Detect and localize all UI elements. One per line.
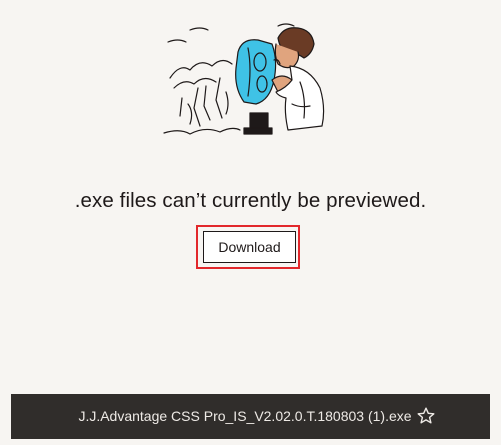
viewer-binoculars-illustration bbox=[163, 23, 325, 135]
download-button[interactable]: Download bbox=[203, 231, 296, 263]
file-name: J.J.Advantage CSS Pro_IS_V2.02.0.T.18080… bbox=[78, 408, 412, 424]
preview-unavailable-message: .exe files can’t currently be previewed. bbox=[74, 189, 427, 212]
file-preview-page: .exe files can’t currently be previewed.… bbox=[0, 0, 501, 445]
star-outline-icon[interactable] bbox=[416, 406, 436, 426]
file-info-bar: J.J.Advantage CSS Pro_IS_V2.02.0.T.18080… bbox=[11, 394, 490, 439]
